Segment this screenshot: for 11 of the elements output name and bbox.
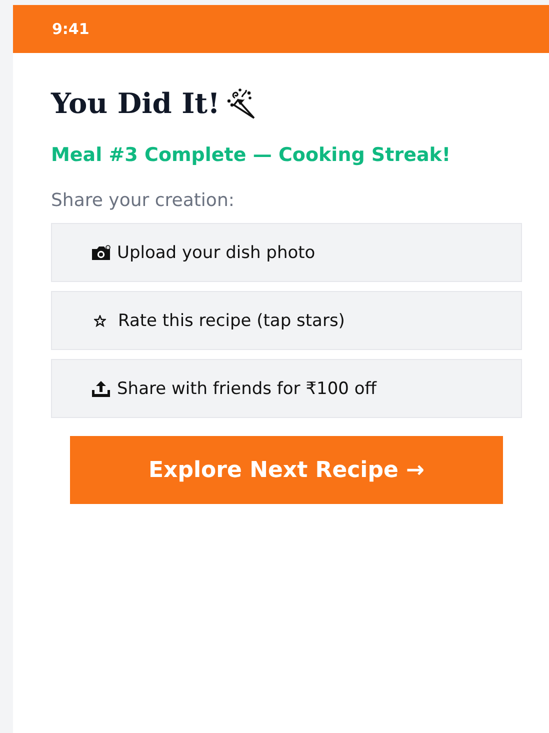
status-time: 9:41: [52, 20, 90, 38]
upload-icon: [91, 380, 111, 398]
camera-icon: [91, 244, 111, 260]
share-prompt: Share your creation:: [51, 190, 236, 211]
share-option[interactable]: Rate this recipe (tap stars): [51, 291, 522, 350]
streak-subtitle: Meal #3 Complete — Cooking Streak!: [51, 144, 452, 166]
page-title: You Did It!: [51, 87, 220, 120]
party-popper-icon: [226, 88, 256, 120]
star-icon: [94, 314, 106, 326]
share-option[interactable]: Upload your dish photo: [51, 223, 522, 282]
share-option[interactable]: Share with friends for ₹100 off: [51, 359, 522, 418]
